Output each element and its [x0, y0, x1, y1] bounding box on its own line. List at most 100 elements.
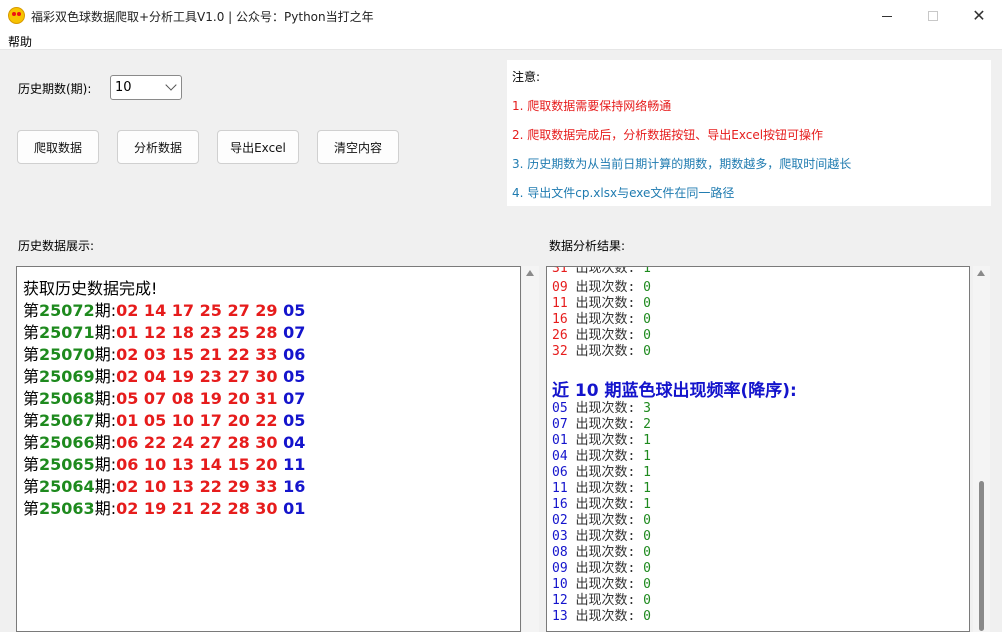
red-balls: 02 19 21 22 28 30 [116, 499, 278, 518]
maximize-icon [928, 11, 938, 21]
issue-number: 25064 [39, 477, 95, 496]
count-label: 出现次数: [575, 449, 636, 464]
count-label: 出现次数: [575, 481, 636, 496]
count-row: 16 出现次数: 0 [552, 312, 651, 328]
ball-number: 32 [552, 344, 568, 359]
count-value: 0 [643, 593, 651, 608]
count-value: 1 [643, 266, 651, 276]
periods-select[interactable]: 10 [110, 75, 182, 100]
history-row: 第25069期:02 04 19 23 27 30 05 [23, 363, 305, 387]
count-value: 2 [643, 417, 651, 432]
history-suffix: 期: [94, 323, 117, 342]
chevron-down-icon [165, 79, 177, 91]
maximize-button[interactable] [910, 0, 956, 32]
menu-help[interactable]: 帮助 [8, 33, 32, 50]
menu-bar: 帮助 [0, 32, 1002, 50]
count-row: 32 出现次数: 0 [552, 344, 651, 360]
count-label: 出现次数: [575, 344, 636, 359]
issue-number: 25072 [39, 301, 95, 320]
notice-line-3: 3. 历史期数为从当前日期计算的期数，期数越多，爬取时间越长 [512, 157, 852, 171]
history-row: 第25066期:06 22 24 27 28 30 04 [23, 429, 305, 453]
count-value: 0 [643, 296, 651, 311]
history-prefix: 第 [23, 411, 40, 430]
minimize-icon [882, 15, 892, 17]
close-button[interactable]: ✕ [956, 0, 1002, 32]
title-bar: 福彩双色球数据爬取+分析工具V1.0 | 公众号：Python当打之年 ✕ [0, 0, 1002, 32]
count-label: 出现次数: [575, 513, 636, 528]
count-row: 05 出现次数: 3 [552, 401, 651, 417]
count-value: 0 [643, 561, 651, 576]
count-label: 出现次数: [575, 609, 636, 624]
history-suffix: 期: [94, 477, 117, 496]
ball-number: 31 [552, 266, 568, 276]
history-suffix: 期: [94, 411, 117, 430]
history-scrollbar[interactable] [522, 266, 539, 632]
count-label: 出现次数: [575, 312, 636, 327]
blue-ball: 07 [283, 323, 306, 342]
scroll-up-arrow-icon[interactable] [977, 270, 985, 276]
count-value: 1 [643, 481, 651, 496]
count-label: 出现次数: [575, 561, 636, 576]
count-value: 1 [643, 497, 651, 512]
count-value: 0 [643, 328, 651, 343]
ball-number: 26 [552, 328, 568, 343]
minimize-button[interactable] [864, 0, 910, 32]
ball-number: 16 [552, 312, 568, 327]
clear-content-button[interactable]: 清空内容 [317, 130, 399, 164]
history-suffix: 期: [94, 345, 117, 364]
blue-ball: 04 [283, 433, 306, 452]
count-value: 0 [643, 609, 651, 624]
count-row: 06 出现次数: 1 [552, 465, 651, 481]
red-balls: 05 07 08 19 20 31 [116, 389, 278, 408]
scrollbar-thumb[interactable] [979, 481, 984, 631]
count-value: 1 [643, 449, 651, 464]
ball-number: 16 [552, 497, 568, 512]
blue-ball: 06 [283, 345, 306, 364]
count-value: 1 [643, 465, 651, 480]
count-row: 03 出现次数: 0 [552, 529, 651, 545]
count-value: 0 [643, 280, 651, 295]
count-row: 16 出现次数: 1 [552, 497, 651, 513]
count-row: 02 出现次数: 0 [552, 513, 651, 529]
count-value: 0 [643, 344, 651, 359]
count-row: 07 出现次数: 2 [552, 417, 651, 433]
history-prefix: 第 [23, 301, 40, 320]
history-prefix: 第 [23, 433, 40, 452]
ball-number: 01 [552, 433, 568, 448]
red-balls: 06 10 13 14 15 20 [116, 455, 278, 474]
notice-title: 注意: [512, 70, 541, 84]
count-row: 13 出现次数: 0 [552, 609, 651, 625]
notice-line-4: 4. 导出文件cp.xlsx与exe文件在同一路径 [512, 186, 735, 200]
count-label: 出现次数: [575, 465, 636, 480]
count-label: 出现次数: [575, 328, 636, 343]
history-textbox[interactable]: 获取历史数据完成! 第25072期:02 14 17 25 27 29 05 第2… [16, 266, 521, 632]
blue-ball: 16 [283, 477, 306, 496]
count-label: 出现次数: [575, 577, 636, 592]
close-icon: ✕ [972, 6, 986, 25]
issue-number: 25065 [39, 455, 95, 474]
export-excel-button[interactable]: 导出Excel [217, 130, 299, 164]
history-suffix: 期: [94, 455, 117, 474]
crawl-data-button[interactable]: 爬取数据 [17, 130, 99, 164]
history-row: 第25072期:02 14 17 25 27 29 05 [23, 297, 305, 321]
ball-number: 13 [552, 609, 568, 624]
history-suffix: 期: [94, 499, 117, 518]
red-balls: 01 12 18 23 25 28 [116, 323, 278, 342]
history-prefix: 第 [23, 323, 40, 342]
issue-number: 25068 [39, 389, 95, 408]
periods-label: 历史期数(期): [18, 82, 92, 96]
analysis-scrollbar[interactable] [973, 266, 990, 632]
count-label: 出现次数: [575, 529, 636, 544]
analyze-data-button[interactable]: 分析数据 [117, 130, 199, 164]
red-balls: 02 04 19 23 27 30 [116, 367, 278, 386]
notice-panel: 注意: 1. 爬取数据需要保持网络畅通 2. 爬取数据完成后，分析数据按钮、导出… [507, 60, 991, 206]
history-prefix: 第 [23, 389, 40, 408]
red-balls: 02 03 15 21 22 33 [116, 345, 278, 364]
count-label: 出现次数: [575, 497, 636, 512]
blue-ball: 01 [283, 499, 306, 518]
scroll-up-arrow-icon[interactable] [526, 270, 534, 276]
ball-number: 06 [552, 465, 568, 480]
history-status: 获取历史数据完成! [23, 279, 158, 298]
analysis-textbox[interactable]: 31 出现次数: 1 09 出现次数: 0 11 出现次数: 0 16 出现次数: 0… [546, 266, 970, 632]
ball-number: 02 [552, 513, 568, 528]
